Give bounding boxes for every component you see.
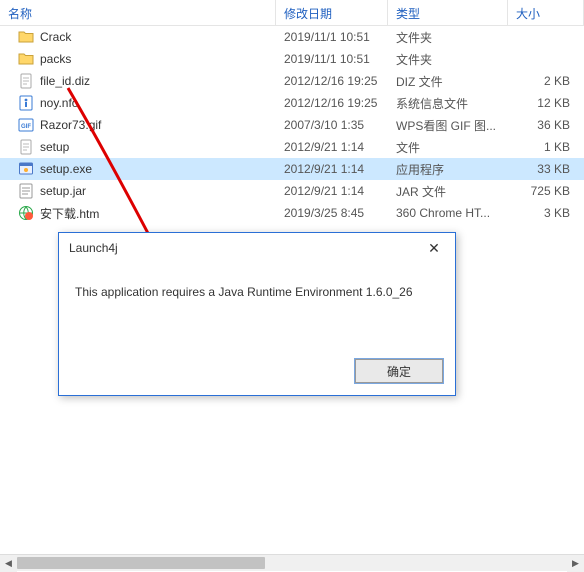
- table-row[interactable]: setup 2012/9/21 1:14文件1 KB: [0, 136, 584, 158]
- scroll-track[interactable]: [17, 555, 567, 571]
- file-name: Razor73.gif: [40, 118, 101, 132]
- table-row[interactable]: Crack 2019/11/1 10:51文件夹: [0, 26, 584, 48]
- table-row[interactable]: noy.nfo 2012/12/16 19:25系统信息文件12 KB: [0, 92, 584, 114]
- file-name: setup.exe: [40, 162, 92, 176]
- table-row[interactable]: 安下载.htm 2019/3/25 8:45360 Chrome HT...3 K…: [0, 202, 584, 224]
- dialog-titlebar[interactable]: Launch4j ✕: [59, 233, 455, 263]
- exe-icon: [18, 161, 34, 177]
- table-row[interactable]: setup.jar 2012/9/21 1:14JAR 文件725 KB: [0, 180, 584, 202]
- table-row[interactable]: setup.exe 2012/9/21 1:14应用程序33 KB: [0, 158, 584, 180]
- file-type: 360 Chrome HT...: [388, 206, 508, 220]
- table-row[interactable]: packs 2019/11/1 10:51文件夹: [0, 48, 584, 70]
- jar-icon: [18, 183, 34, 199]
- file-date: 2019/3/25 8:45: [276, 206, 388, 220]
- folder-icon: [18, 29, 34, 45]
- file-name: setup: [40, 140, 69, 154]
- dialog-title-text: Launch4j: [69, 241, 118, 255]
- file-size: 3 KB: [508, 206, 584, 220]
- file-type: 应用程序: [388, 161, 508, 178]
- col-type-header[interactable]: 类型: [388, 0, 508, 25]
- dialog-message: This application requires a Java Runtime…: [75, 285, 413, 299]
- file-size: 1 KB: [508, 140, 584, 154]
- file-date: 2012/12/16 19:25: [276, 96, 388, 110]
- scroll-left-button[interactable]: ◀: [0, 555, 17, 572]
- table-row[interactable]: GIF Razor73.gif 2007/3/10 1:35WPS看图 GIF 图.…: [0, 114, 584, 136]
- file-name: packs: [40, 52, 71, 66]
- ok-button[interactable]: 确定: [355, 359, 443, 383]
- scroll-thumb[interactable]: [17, 557, 265, 569]
- file-name: setup.jar: [40, 184, 86, 198]
- file-date: 2019/11/1 10:51: [276, 52, 388, 66]
- col-date-header[interactable]: 修改日期: [276, 0, 388, 25]
- file-date: 2012/9/21 1:14: [276, 184, 388, 198]
- file-type: 系统信息文件: [388, 95, 508, 112]
- file-name: Crack: [40, 30, 71, 44]
- file-type: WPS看图 GIF 图...: [388, 117, 508, 134]
- file-date: 2019/11/1 10:51: [276, 30, 388, 44]
- file-date: 2007/3/10 1:35: [276, 118, 388, 132]
- file-date: 2012/9/21 1:14: [276, 140, 388, 154]
- folder-icon: [18, 51, 34, 67]
- file-name: 安下载.htm: [40, 205, 99, 222]
- file-type: 文件: [388, 139, 508, 156]
- file-date: 2012/9/21 1:14: [276, 162, 388, 176]
- columns-header: 名称 修改日期 类型 大小: [0, 0, 584, 26]
- col-size-header[interactable]: 大小: [508, 0, 584, 25]
- file-name: noy.nfo: [40, 96, 78, 110]
- close-button[interactable]: ✕: [413, 234, 455, 262]
- file-size: 12 KB: [508, 96, 584, 110]
- nfo-icon: [18, 95, 34, 111]
- svg-text:GIF: GIF: [21, 124, 31, 130]
- file-icon: [18, 73, 34, 89]
- dialog-launch4j: Launch4j ✕ This application requires a J…: [58, 232, 456, 396]
- gif-icon: GIF: [18, 117, 34, 133]
- file-size: 36 KB: [508, 118, 584, 132]
- file-list: Crack 2019/11/1 10:51文件夹 packs 2019/11/1 10…: [0, 26, 584, 224]
- table-row[interactable]: file_id.diz 2012/12/16 19:25DIZ 文件2 KB: [0, 70, 584, 92]
- file-name: file_id.diz: [40, 74, 90, 88]
- horizontal-scrollbar[interactable]: ◀ ▶: [0, 554, 584, 571]
- file-type: 文件夹: [388, 51, 508, 68]
- scroll-right-button[interactable]: ▶: [567, 555, 584, 572]
- file-size: 725 KB: [508, 184, 584, 198]
- file-size: 2 KB: [508, 74, 584, 88]
- file-date: 2012/12/16 19:25: [276, 74, 388, 88]
- file-type: JAR 文件: [388, 183, 508, 200]
- file-type: 文件夹: [388, 29, 508, 46]
- file-type: DIZ 文件: [388, 73, 508, 90]
- file-size: 33 KB: [508, 162, 584, 176]
- htm-icon: [18, 205, 34, 221]
- col-name-header[interactable]: 名称: [0, 0, 276, 25]
- file-icon: [18, 139, 34, 155]
